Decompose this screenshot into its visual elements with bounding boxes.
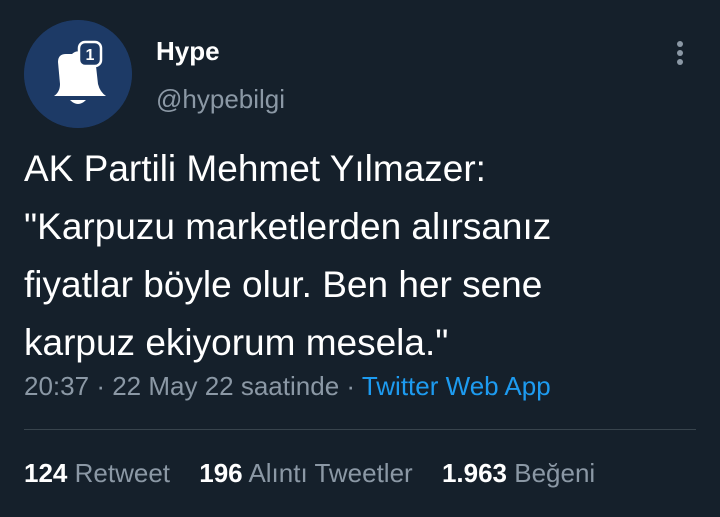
source-app-link[interactable]: Twitter Web App [362,371,551,401]
tweet-time[interactable]: 20:37 [24,371,89,401]
retweet-label: Retweet [74,458,171,488]
more-vertical-icon [677,59,683,65]
tweet-meta: 20:37 · 22 May 22 saatinde · Twitter Web… [24,368,551,404]
divider [24,429,696,430]
tweet-text-line: "Karpuzu marketlerden alırsanız [24,206,552,247]
tweet-text-line: karpuz ekiyorum mesela." [24,322,449,363]
avatar[interactable]: 1 [24,20,132,128]
retweets-stat[interactable]: 124 Retweet [24,455,170,491]
tweet-text: AK Partili Mehmet Yılmazer: "Karpuzu mar… [24,140,694,372]
tweet-text-line: AK Partili Mehmet Yılmazer: [24,148,486,189]
more-vertical-icon [677,41,683,47]
like-label: Beğeni [514,458,596,488]
like-count: 1.963 [441,458,508,488]
quotes-stat[interactable]: 196 Alıntı Tweetler [199,455,412,491]
tweet-text-line: fiyatlar böyle olur. Ben her sene [24,264,543,305]
quote-count: 196 [199,458,243,488]
meta-separator: · [96,371,105,401]
avatar-badge: 1 [86,47,95,64]
retweet-count: 124 [24,458,68,488]
meta-separator: · [346,371,356,401]
tweet-card: 1 Hype @hypebilgi AK Partili Mehmet Yılm… [0,0,720,517]
display-name[interactable]: Hype [156,34,220,68]
more-vertical-icon [677,50,683,56]
user-handle[interactable]: @hypebilgi [156,82,285,116]
tweet-stats: 124 Retweet 196 Alıntı Tweetler 1.963 Be… [24,455,617,491]
tweet-date[interactable]: 22 May 22 saatinde [112,371,339,401]
quote-label: Alıntı Tweetler [248,458,413,488]
likes-stat[interactable]: 1.963 Beğeni [442,455,595,491]
bell-logo-icon: 1 [24,20,132,128]
more-options-button[interactable] [664,36,696,68]
